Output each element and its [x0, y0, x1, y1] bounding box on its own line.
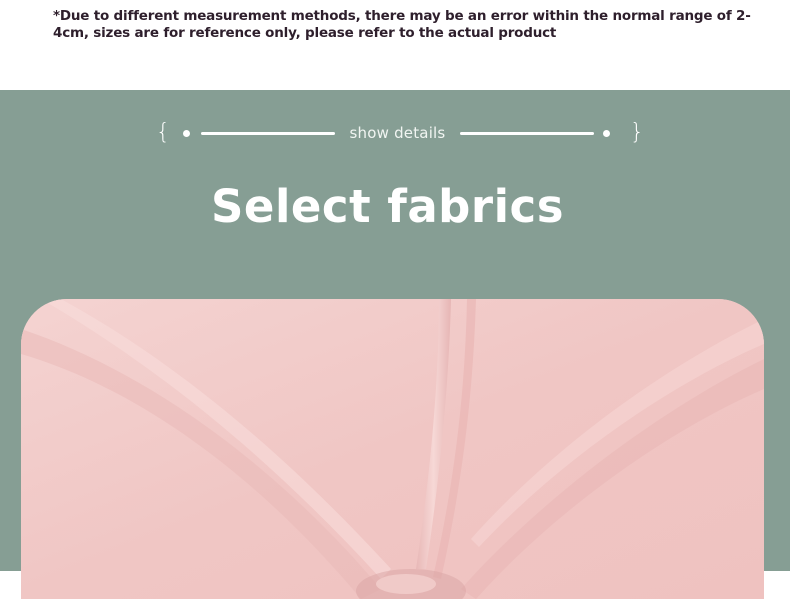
show-details-divider: { show details } — [0, 118, 790, 148]
right-brace: } — [630, 120, 644, 145]
divider-line-right — [460, 132, 594, 135]
left-brace: { — [156, 120, 170, 145]
divider-dot-left — [183, 130, 190, 137]
pink-fabric-photo — [21, 299, 764, 599]
show-details-label: show details — [349, 124, 446, 142]
section-title: Select fabrics — [211, 180, 564, 233]
divider-line-left — [201, 132, 335, 135]
divider-dot-right — [603, 130, 610, 137]
size-disclaimer-note: *Due to different measurement methods, t… — [53, 8, 751, 41]
